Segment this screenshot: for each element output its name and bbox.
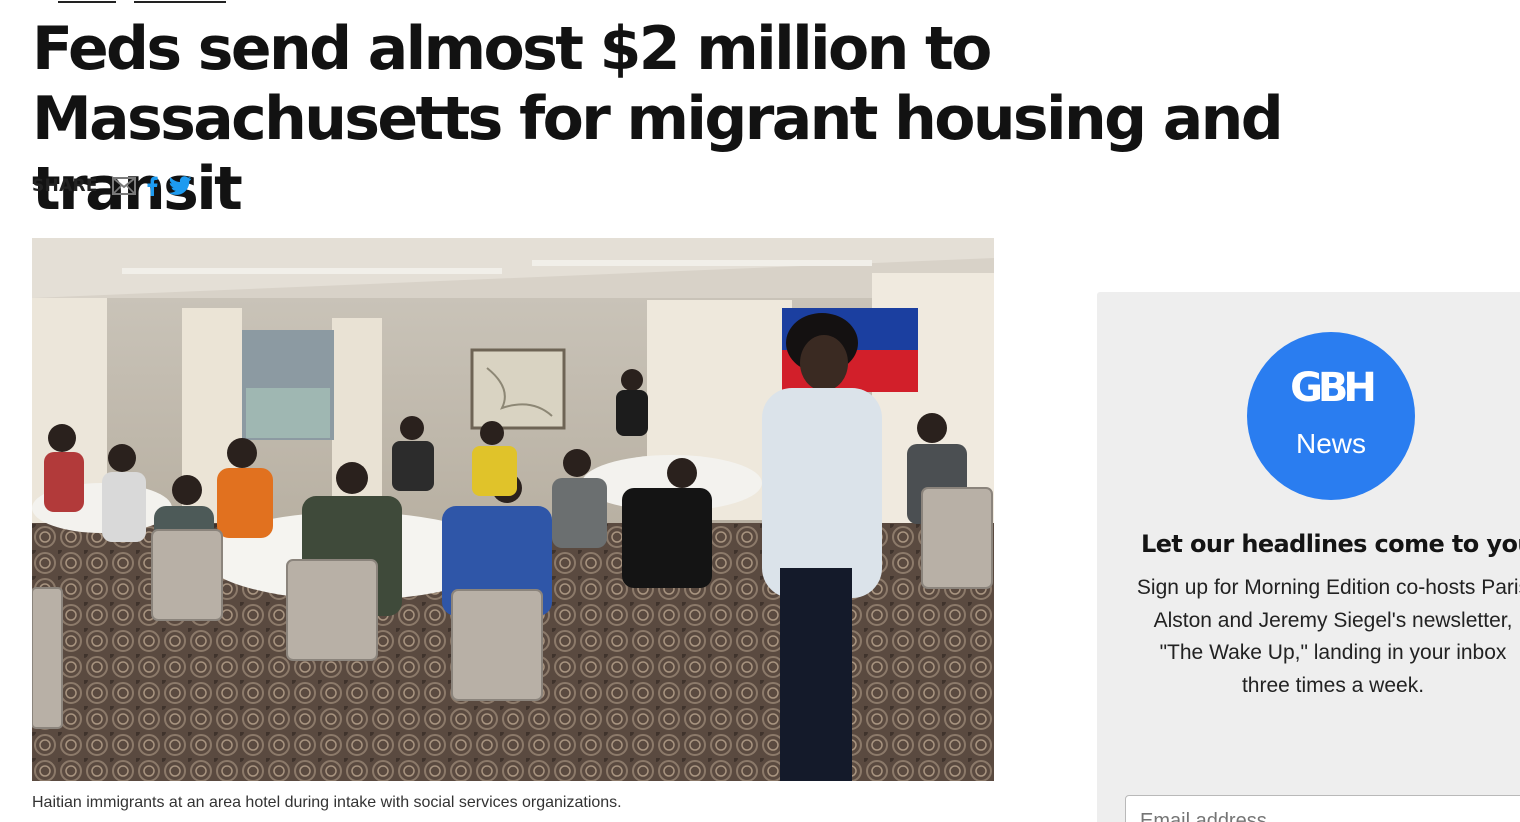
newsletter-description: Sign up for Morning Edition co-hosts Par…: [1136, 576, 1520, 697]
share-label: SHARE: [32, 176, 98, 196]
article-page: Feds send almost $2 million to Massachus…: [0, 0, 1520, 822]
image-caption: Haitian immigrants at an area hotel duri…: [32, 794, 622, 811]
gbh-logo-sub: News: [1295, 428, 1366, 459]
gbh-news-logo[interactable]: GBH News: [1247, 332, 1415, 500]
hero-photo-illustration: [32, 238, 994, 781]
breadcrumb: [58, 0, 226, 3]
twitter-icon[interactable]: [168, 176, 192, 196]
facebook-icon[interactable]: [146, 176, 158, 196]
email-icon[interactable]: [111, 177, 136, 195]
share-bar: SHARE: [32, 176, 192, 196]
newsletter-signup-panel: GBH News Let our headlines come to you. …: [1097, 292, 1520, 822]
gbh-logo-mark: GBH: [1290, 365, 1377, 411]
breadcrumb-link[interactable]: [58, 0, 116, 3]
article-headline: Feds send almost $2 million to Massachus…: [32, 14, 1284, 224]
email-field[interactable]: [1125, 795, 1520, 822]
newsletter-title: Let our headlines come to you.: [1141, 530, 1520, 558]
breadcrumb-link[interactable]: [134, 0, 226, 3]
hero-photo: [32, 238, 994, 781]
